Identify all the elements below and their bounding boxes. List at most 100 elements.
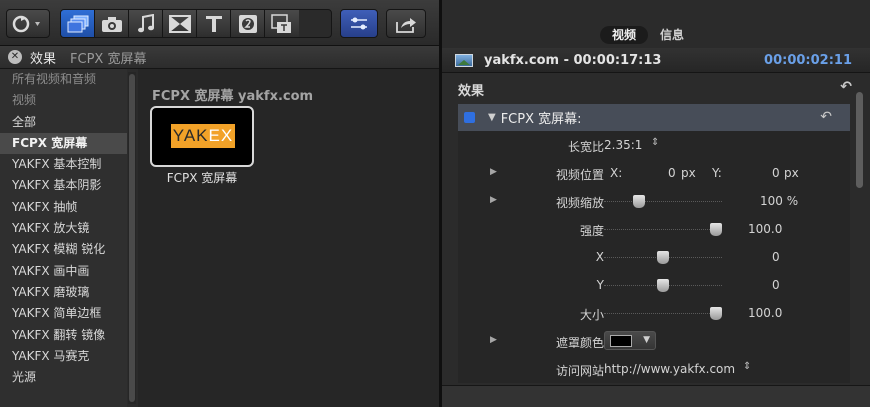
up-down-arrows-icon[interactable]: ⇕ bbox=[743, 361, 751, 372]
param-video-scale: ▶ 视频缩放 100 % bbox=[490, 194, 799, 210]
up-down-arrows-icon[interactable]: ⇕ bbox=[651, 137, 659, 148]
disclosure-closed-icon[interactable]: ▶ bbox=[490, 195, 497, 205]
color-swatch bbox=[610, 335, 632, 347]
category-item[interactable]: YAKFX 简单边框 bbox=[0, 303, 127, 324]
effects-panel-title: 效果 bbox=[30, 51, 57, 67]
param-video-position: ▶ 视频位置 X: 0 px Y: 0 px bbox=[490, 166, 799, 182]
category-item[interactable]: YAKFX 马赛克 bbox=[0, 346, 127, 367]
category-item[interactable]: YAKFX 抽帧 bbox=[0, 197, 127, 218]
share-icon bbox=[396, 17, 416, 33]
effects-category-list: 所有视频和音频 视频 全部 FCPX 宽屏幕 YAKFX 基本控制 YAKFX 基本阴影 Y… bbox=[0, 69, 127, 407]
slider-knob[interactable] bbox=[657, 279, 669, 292]
category-item[interactable]: YAKFX 放大镜 bbox=[0, 218, 127, 239]
strength-value[interactable]: 100.0 bbox=[748, 222, 782, 236]
clip-title: yakfx.com - 00:00:17:13 bbox=[484, 52, 662, 68]
video-clips-button[interactable] bbox=[61, 10, 95, 37]
refresh-circle-icon bbox=[12, 15, 40, 32]
photos-button[interactable] bbox=[95, 10, 129, 37]
inspector-window: 视频 信息 yakfx.com - 00:00:17:13 00:00:02:1… bbox=[442, 0, 870, 407]
category-item[interactable]: 全部 bbox=[0, 112, 127, 133]
position-x-value[interactable]: 0 bbox=[668, 166, 676, 180]
camera-icon bbox=[101, 16, 122, 32]
slider-knob[interactable] bbox=[710, 223, 722, 236]
transitions-button[interactable] bbox=[163, 10, 197, 37]
slider-knob[interactable] bbox=[632, 195, 645, 208]
category-item[interactable]: YAKFX 基本控制 bbox=[0, 154, 127, 175]
inspector-footer bbox=[442, 385, 870, 407]
y-slider[interactable] bbox=[604, 279, 722, 292]
generators-button[interactable] bbox=[231, 10, 265, 37]
effects-window: ✕ 效果 FCPX 宽屏幕 所有视频和音频 视频 全部 FCPX 宽屏幕 YAKFX 基… bbox=[0, 0, 439, 407]
param-x: X 0 bbox=[595, 250, 780, 264]
titles-button[interactable] bbox=[197, 10, 231, 37]
effects-panel-header: ✕ 效果 FCPX 宽屏幕 bbox=[0, 46, 439, 69]
scale-slider[interactable] bbox=[604, 195, 722, 208]
size-slider[interactable] bbox=[604, 307, 722, 320]
category-item[interactable]: YAKFX 翻转 镜像 bbox=[0, 325, 127, 346]
aspect-ratio-popup[interactable]: 2.35:1 bbox=[604, 138, 642, 152]
toolbar bbox=[0, 0, 439, 46]
themes-button[interactable] bbox=[265, 10, 299, 37]
clip-duration: 00:00:02:11 bbox=[764, 52, 852, 68]
effect-thumbnail[interactable]: YAK EX bbox=[150, 106, 254, 167]
disclosure-closed-icon[interactable]: ▶ bbox=[490, 335, 497, 345]
import-menu-button[interactable] bbox=[6, 9, 50, 38]
scale-value[interactable]: 100 % bbox=[760, 194, 798, 208]
slider-knob[interactable] bbox=[657, 251, 669, 264]
mask-color-well[interactable]: ▼ bbox=[604, 331, 656, 350]
chevron-down-icon: ▼ bbox=[643, 335, 650, 345]
y-value[interactable]: 0 bbox=[772, 278, 780, 292]
effect-parameters: 长宽比 2.35:1 ⇕ ▶ 视频位置 X: 0 px Y: 0 px ▶ 视频… bbox=[458, 131, 850, 383]
category-item[interactable]: FCPX 宽屏幕 bbox=[0, 132, 127, 155]
transitions-icon bbox=[168, 14, 191, 33]
strength-slider[interactable] bbox=[604, 223, 722, 236]
category-item: 视频 bbox=[12, 93, 37, 108]
category-item[interactable]: YAKFX 模糊 锐化 bbox=[0, 239, 127, 260]
browser-title: FCPX 宽屏幕 yakfx.com bbox=[152, 89, 314, 104]
effects-section-header: 效果 ↶ bbox=[458, 79, 852, 99]
yakfx-logo: YAK EX bbox=[171, 124, 235, 148]
media-browser-buttons bbox=[60, 9, 332, 38]
effect-thumbnail-label: FCPX 宽屏幕 bbox=[166, 171, 238, 185]
param-y: Y 0 bbox=[596, 278, 780, 292]
website-popup[interactable]: http://www.yakfx.com bbox=[604, 362, 735, 376]
tab-video[interactable]: 视频 bbox=[600, 26, 649, 44]
disclosure-closed-icon[interactable]: ▶ bbox=[490, 167, 497, 177]
category-item: 所有视频和音频 bbox=[12, 72, 97, 86]
effect-name: FCPX 宽屏幕: bbox=[500, 112, 582, 127]
close-icon[interactable]: ✕ bbox=[8, 50, 22, 64]
category-item[interactable]: YAKFX 画中画 bbox=[0, 261, 127, 282]
param-website: 访问网站 http://www.yakfx.com ⇕ bbox=[555, 361, 752, 378]
position-y-value[interactable]: 0 bbox=[772, 166, 780, 180]
tab-info[interactable]: 信息 bbox=[648, 26, 696, 44]
param-mask-color: ▶ 遮罩颜色 ▼ bbox=[458, 328, 850, 356]
param-aspect-ratio: 长宽比 2.35:1 ⇕ bbox=[567, 137, 660, 154]
reset-effect-icon[interactable]: ↶ bbox=[820, 109, 832, 125]
disclosure-open-icon[interactable]: ▼ bbox=[488, 112, 496, 123]
category-item[interactable]: YAKFX 基本阴影 bbox=[0, 175, 127, 196]
clip-image-icon bbox=[455, 53, 473, 67]
inspector-toggle-button[interactable] bbox=[340, 9, 378, 38]
effects-browser: FCPX 宽屏幕 yakfx.com YAK EX FCPX 宽屏幕 bbox=[138, 69, 439, 407]
themes-icon bbox=[271, 13, 291, 33]
inspector-tabs: 视频 信息 bbox=[600, 26, 696, 44]
reset-effects-icon[interactable]: ↶ bbox=[840, 79, 852, 95]
effect-enable-checkbox[interactable] bbox=[464, 112, 475, 123]
param-size: 大小 100.0 bbox=[579, 306, 783, 322]
param-strength: 强度 100.0 bbox=[579, 222, 783, 238]
category-scrollbar[interactable] bbox=[128, 72, 136, 404]
effects-section-label: 效果 bbox=[458, 84, 485, 99]
music-button[interactable] bbox=[129, 10, 163, 37]
size-value[interactable]: 100.0 bbox=[748, 306, 782, 320]
share-button[interactable] bbox=[386, 9, 426, 38]
category-item[interactable]: 光源 bbox=[0, 367, 127, 388]
slider-knob[interactable] bbox=[710, 307, 722, 320]
x-value[interactable]: 0 bbox=[772, 250, 780, 264]
inspector-scrollbar[interactable] bbox=[854, 80, 864, 380]
effect-row[interactable]: ▼ FCPX 宽屏幕: ↶ bbox=[458, 104, 850, 131]
category-item[interactable]: YAKFX 磨玻璃 bbox=[0, 282, 127, 303]
x-slider[interactable] bbox=[604, 251, 722, 264]
effects-panel-subtitle: FCPX 宽屏幕 bbox=[70, 51, 147, 67]
inspector-sliders-icon bbox=[351, 17, 367, 29]
video-clips-icon bbox=[67, 15, 88, 32]
